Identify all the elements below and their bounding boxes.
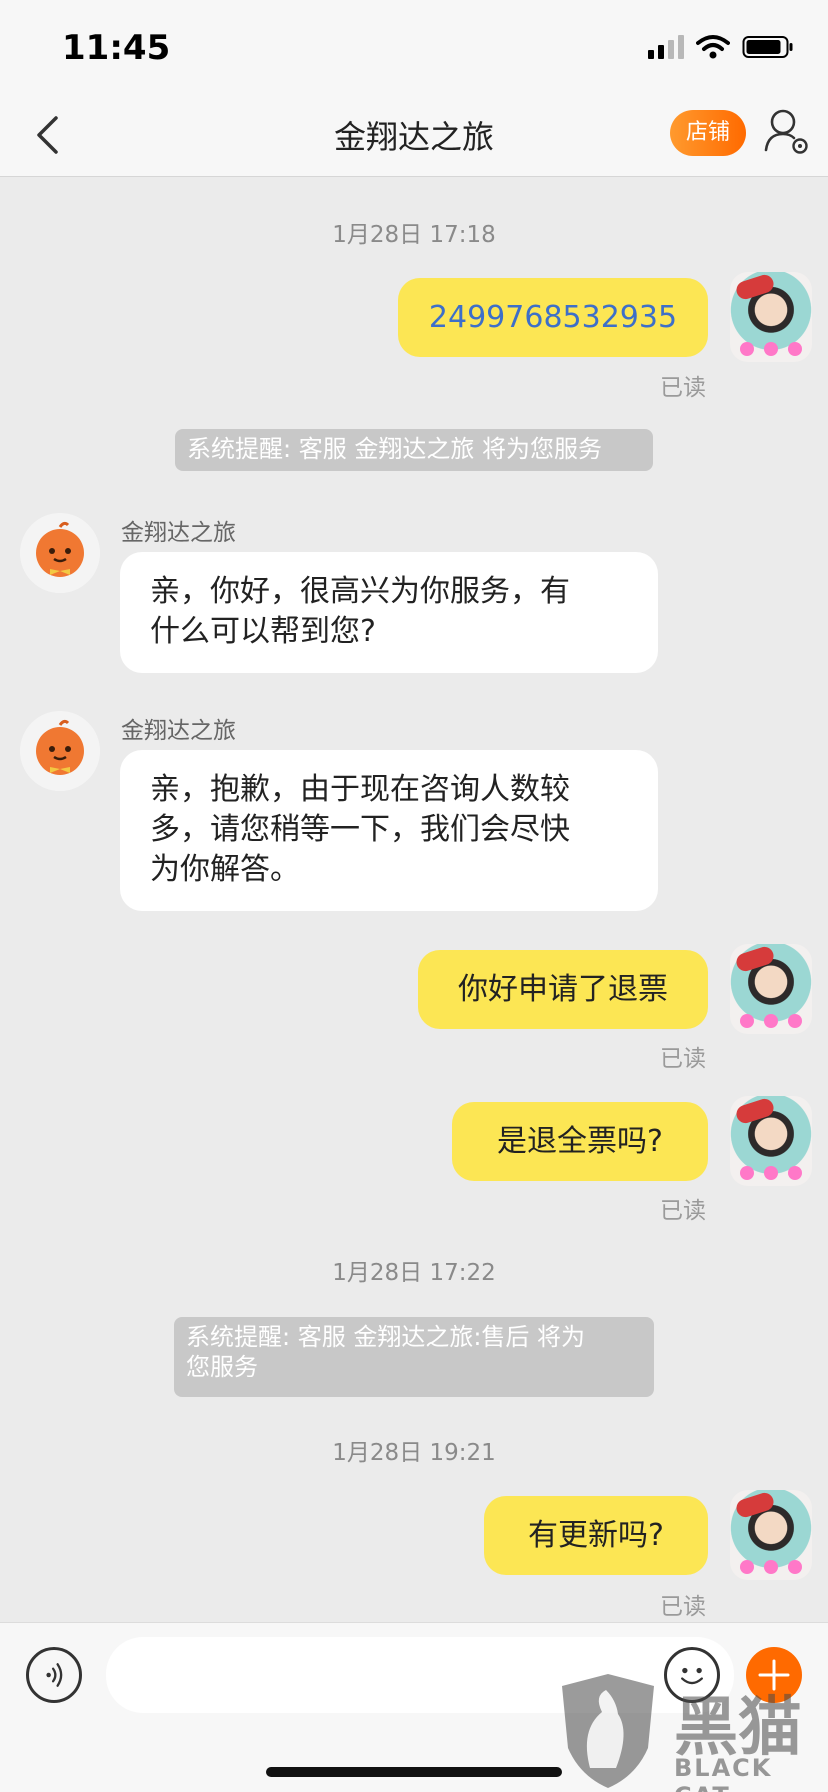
status-bar: 11:45 <box>0 0 828 96</box>
my-message-bubble[interactable]: 有更新吗? <box>484 1496 708 1575</box>
message-line: 亲，抱歉，由于现在咨询人数较 <box>150 772 570 807</box>
voice-icon[interactable] <box>26 1647 82 1703</box>
status-icons <box>648 34 794 60</box>
status-time: 11:45 <box>62 28 171 68</box>
read-receipt: 已读 <box>660 1198 706 1224</box>
timestamp: 1月28日 17:22 <box>332 1260 496 1286</box>
notice-line: 您服务 <box>186 1353 258 1381</box>
chat-messages[interactable]: 1月28日 17:18 2499768532935 已读 系统提醒: 客服 金翔… <box>0 177 828 1622</box>
message-line: 什么可以帮到您? <box>150 614 376 649</box>
agent-avatar[interactable] <box>20 711 100 791</box>
agent-avatar[interactable] <box>20 513 100 593</box>
order-number-link[interactable]: 2499768532935 <box>429 300 677 335</box>
home-indicator <box>266 1767 562 1777</box>
black-cat-watermark: 黑猫 BLACK CAT <box>556 1672 828 1792</box>
shop-button[interactable]: 店铺 <box>670 110 746 156</box>
sender-name: 金翔达之旅 <box>121 520 236 546</box>
my-message-bubble[interactable]: 是退全票吗? <box>452 1102 708 1181</box>
wifi-icon <box>696 35 730 59</box>
notice-line: 系统提醒: 客服 金翔达之旅:售后 将为 <box>186 1323 586 1351</box>
nav-bar: 金翔达之旅 店铺 <box>0 96 828 177</box>
user-settings-icon[interactable] <box>762 106 812 158</box>
cat-shield-logo-icon <box>562 1674 654 1788</box>
chat-screen: 11:45 金翔达之旅 店铺 1月28日 17:18 2499768532935… <box>0 0 828 1792</box>
agent-message-bubble[interactable]: 亲，抱歉，由于现在咨询人数较 多，请您稍等一下，我们会尽快 为你解答。 <box>120 750 658 911</box>
timestamp: 1月28日 19:21 <box>332 1440 496 1466</box>
user-avatar[interactable] <box>730 272 812 362</box>
message-line: 多，请您稍等一下，我们会尽快 <box>150 812 570 847</box>
agent-message-bubble[interactable]: 亲，你好，很高兴为你服务，有 什么可以帮到您? <box>120 552 658 673</box>
system-notice: 系统提醒: 客服 金翔达之旅:售后 将为 您服务 <box>174 1317 654 1397</box>
user-avatar[interactable] <box>730 1490 812 1580</box>
my-message-bubble[interactable]: 2499768532935 <box>398 278 708 357</box>
read-receipt: 已读 <box>660 1594 706 1620</box>
sender-name: 金翔达之旅 <box>121 718 236 744</box>
message-line: 为你解答。 <box>150 852 300 887</box>
read-receipt: 已读 <box>660 375 706 401</box>
read-receipt: 已读 <box>660 1046 706 1072</box>
system-notice: 系统提醒: 客服 金翔达之旅 将为您服务 <box>175 429 653 471</box>
my-message-bubble[interactable]: 你好申请了退票 <box>418 950 708 1029</box>
timestamp: 1月28日 17:18 <box>332 222 496 248</box>
watermark-subtext: BLACK CAT <box>674 1754 773 1792</box>
user-avatar[interactable] <box>730 944 812 1034</box>
user-avatar[interactable] <box>730 1096 812 1186</box>
message-line: 亲，你好，很高兴为你服务，有 <box>150 574 570 609</box>
cellular-signal-icon <box>648 35 684 59</box>
battery-icon <box>742 36 793 58</box>
